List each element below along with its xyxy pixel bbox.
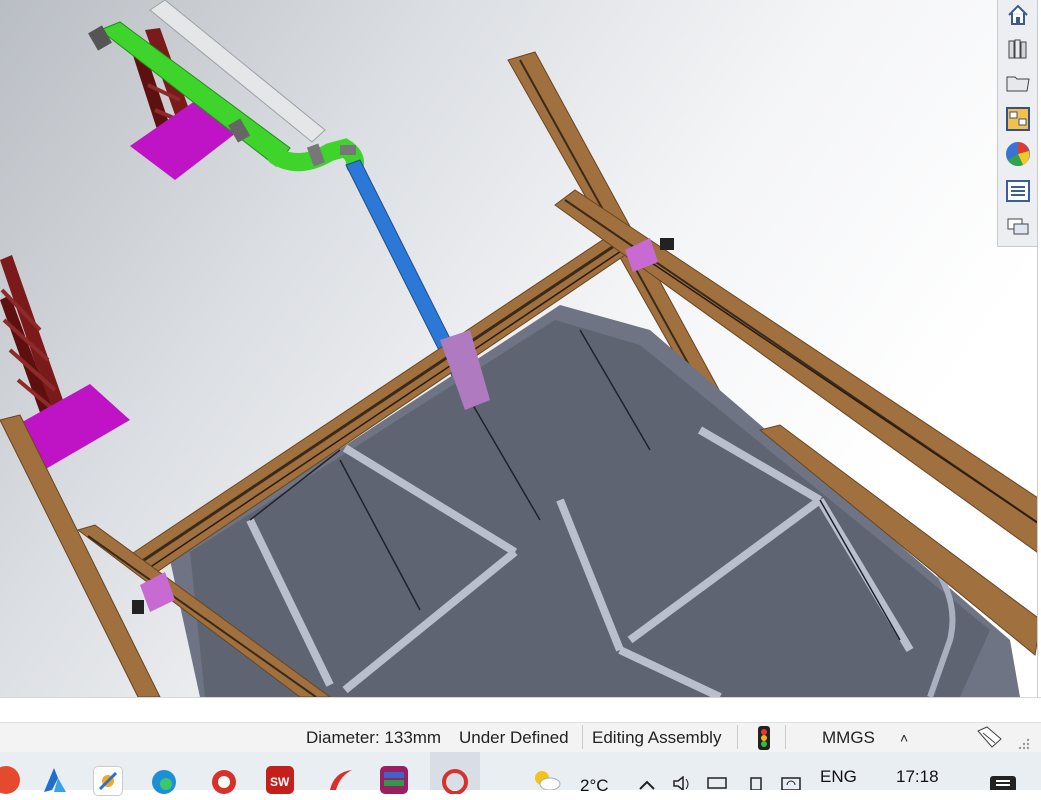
graphics-area[interactable] <box>0 0 1041 697</box>
separator <box>737 725 738 749</box>
windows-taskbar: SW 2°C ENG 17:18 <box>0 752 1041 796</box>
design-library-icon[interactable] <box>1002 34 1034 64</box>
unit-system-selector[interactable]: MMGS <box>822 728 875 748</box>
input-language[interactable]: ENG <box>820 767 857 787</box>
show-hidden-icons-chevron-icon[interactable] <box>638 778 656 790</box>
home-icon[interactable] <box>1002 0 1034 30</box>
sync-icon[interactable] <box>780 776 802 791</box>
status-bar: Diameter: 133mm Under Defined Editing As… <box>0 697 1041 753</box>
svg-text:SW: SW <box>270 775 290 789</box>
task-pane-tabs <box>997 0 1038 247</box>
network-icon[interactable] <box>706 776 730 790</box>
status-strip: Diameter: 133mm Under Defined Editing As… <box>0 722 1041 753</box>
separator <box>582 725 583 749</box>
rebuild-traffic-light-icon[interactable] <box>758 726 770 750</box>
weather-icon[interactable] <box>532 766 562 791</box>
active-app-highlight[interactable] <box>430 752 480 795</box>
right-scroll-edge <box>1037 0 1041 697</box>
paint-icon[interactable] <box>93 766 123 796</box>
file-explorer-icon[interactable] <box>1002 68 1034 98</box>
unit-system-arrow-icon[interactable]: ˄ <box>900 730 908 746</box>
battery-icon[interactable] <box>748 776 766 791</box>
view-palette-icon[interactable] <box>1002 104 1034 134</box>
appearances-icon[interactable] <box>1002 139 1034 169</box>
separator <box>785 725 786 749</box>
volume-icon[interactable] <box>672 775 694 792</box>
resize-grip-icon[interactable] <box>1018 737 1030 750</box>
editing-mode-status: Editing Assembly <box>592 728 722 747</box>
weather-temperature[interactable]: 2°C <box>580 776 609 796</box>
sketch-definition-status: Under Defined <box>459 728 569 747</box>
trough[interactable] <box>170 305 1020 697</box>
notification-center-icon[interactable] <box>990 776 1016 790</box>
forum-icon[interactable] <box>1002 212 1034 242</box>
diameter-readout: Diameter: 133mm <box>306 728 442 747</box>
custom-properties-icon[interactable] <box>1002 176 1034 206</box>
cad-model-view[interactable] <box>0 0 1041 697</box>
quick-tips-icon[interactable] <box>975 725 1003 749</box>
green-pipe[interactable] <box>88 21 365 174</box>
taskbar-clock-time[interactable]: 17:18 <box>896 767 939 787</box>
